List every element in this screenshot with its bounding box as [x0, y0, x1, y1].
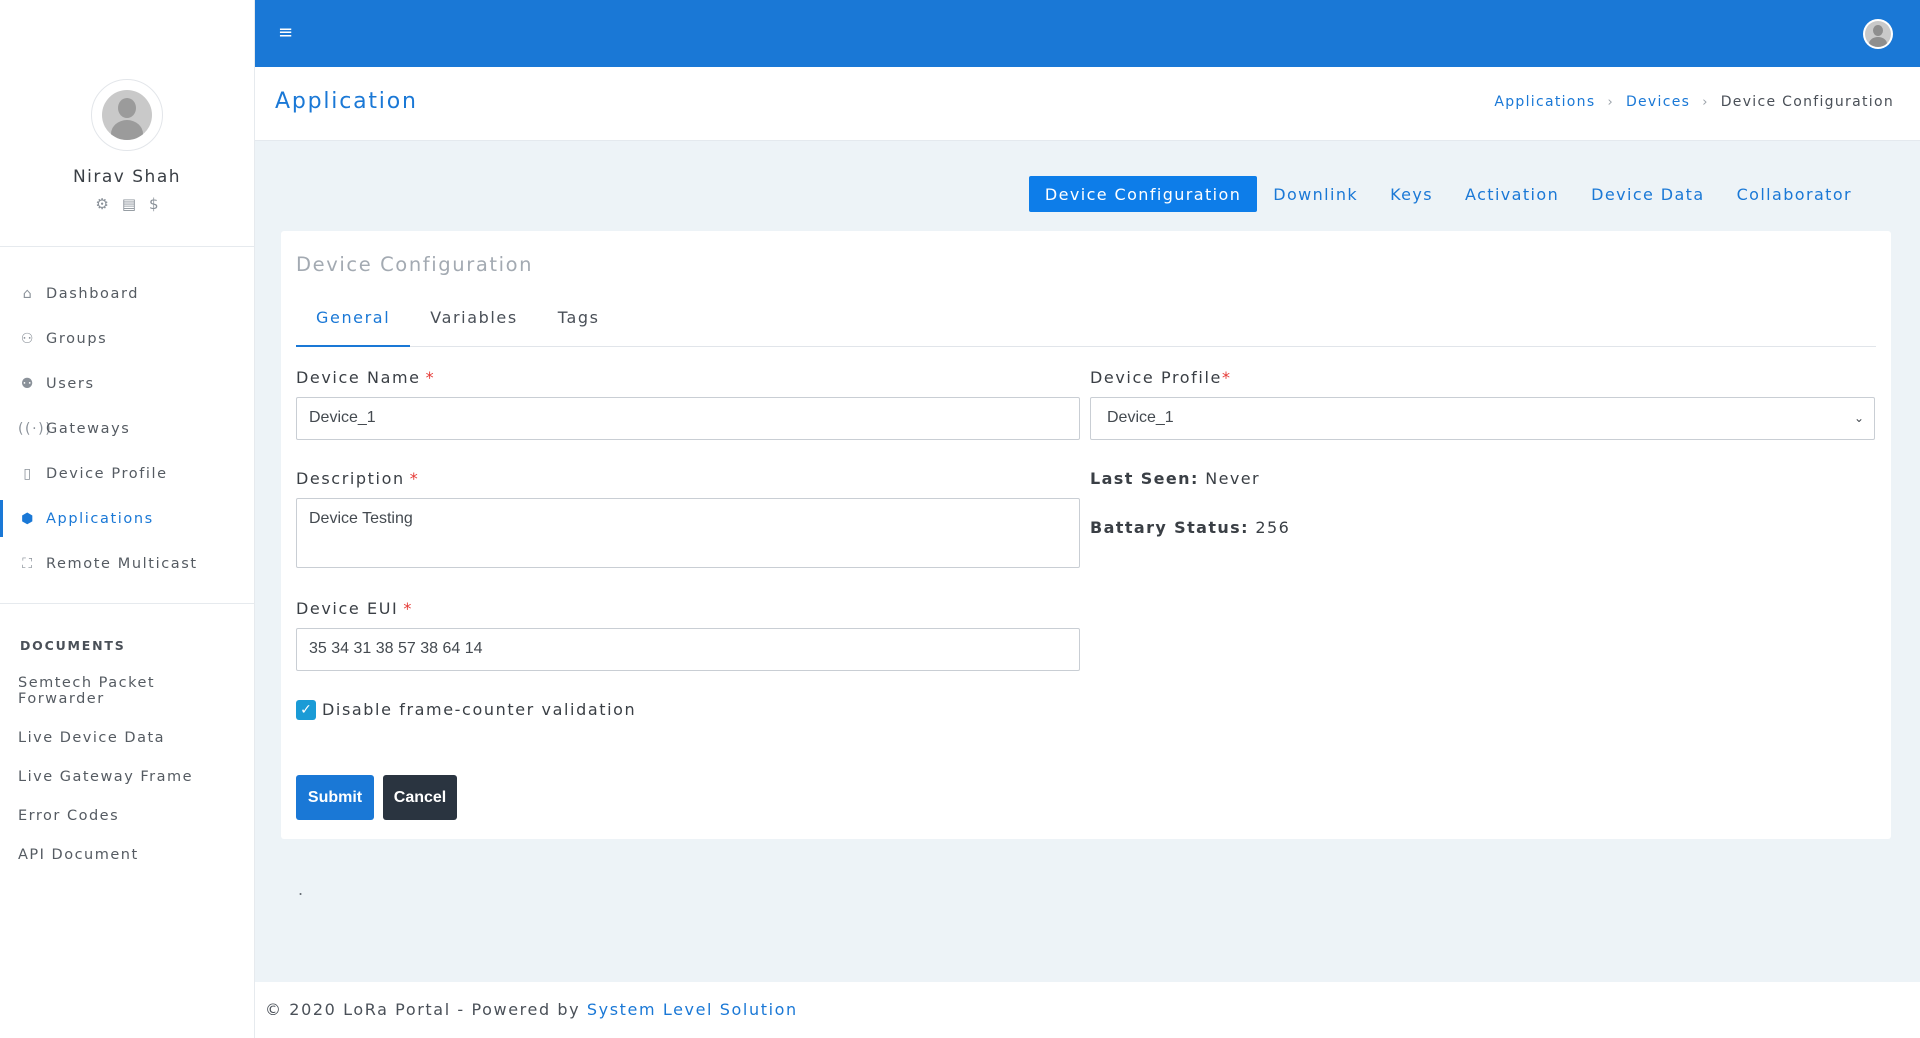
device-name-value: Device_1	[309, 409, 376, 426]
device-eui-label-text: Device EUI	[296, 599, 399, 618]
device-icon: ▯	[23, 465, 33, 482]
device-profile-value: Device_1	[1107, 409, 1174, 426]
sidebar-item-remote-multicast[interactable]: ⛶ Remote Multicast	[0, 541, 254, 586]
breadcrumb-applications[interactable]: Applications	[1494, 94, 1595, 110]
users-icon: ⚉	[20, 375, 36, 392]
battery-status: Battary Status: 256	[1090, 518, 1290, 537]
required-mark: *	[409, 469, 420, 488]
config-sub-tabs: General Variables Tags	[296, 305, 1876, 347]
doc-link-api-document[interactable]: API Document	[0, 847, 254, 863]
tab-device-data[interactable]: Device Data	[1575, 176, 1720, 212]
battery-status-value: 256	[1255, 518, 1291, 537]
doc-link-live-device-data[interactable]: Live Device Data	[0, 730, 254, 746]
user-name: Nirav Shah	[72, 167, 182, 187]
sidebar-item-users[interactable]: ⚉ Users	[0, 361, 254, 406]
sidebar: Nirav Shah ⚙ ▤ $ ⌂ Dashboard ⚇ Groups ⚉ …	[0, 0, 255, 1038]
device-profile-label-text: Device Profile	[1090, 368, 1222, 387]
breadcrumb-current: Device Configuration	[1720, 94, 1894, 110]
doc-link-live-gateway-frame[interactable]: Live Gateway Frame	[0, 769, 254, 785]
sidebar-item-gateways[interactable]: ((·)) Gateways	[0, 406, 254, 451]
tab-tags[interactable]: Tags	[538, 305, 620, 347]
description-label-text: Description	[296, 469, 405, 488]
sidebar-item-label: Applications	[46, 510, 154, 527]
user-icon-row: ⚙ ▤ $	[95, 195, 158, 213]
device-eui-field[interactable]: 35 34 31 38 57 38 64 14	[296, 628, 1080, 671]
footer-link[interactable]: System Level Solution	[587, 1000, 798, 1019]
tab-device-configuration[interactable]: Device Configuration	[1028, 176, 1258, 212]
documents-heading: DOCUMENTS	[20, 638, 126, 653]
required-mark: *	[1221, 368, 1232, 387]
chevron-right-icon: ›	[1607, 94, 1614, 110]
footer: © 2020 LoRa Portal - Powered by System L…	[255, 982, 1920, 1038]
sidebar-item-applications[interactable]: ⬢ Applications	[0, 496, 254, 541]
last-seen-value: Never	[1205, 469, 1260, 488]
antenna-icon: ((·))	[18, 420, 53, 437]
tab-keys[interactable]: Keys	[1374, 176, 1449, 212]
disable-frame-counter-checkbox[interactable]: ✓	[296, 700, 316, 720]
last-seen: Last Seen: Never	[1090, 469, 1260, 488]
description-field[interactable]: Device Testing	[296, 498, 1080, 568]
sidebar-item-label: Remote Multicast	[46, 555, 198, 572]
tab-downlink[interactable]: Downlink	[1257, 176, 1374, 212]
sidebar-item-label: Gateways	[46, 420, 131, 437]
top-bar: ≡	[255, 0, 1920, 67]
gear-icon[interactable]: ⚙	[95, 195, 108, 213]
breadcrumb-devices[interactable]: Devices	[1626, 94, 1690, 110]
cube-icon: ⬢	[21, 510, 35, 527]
device-name-label: Device Name *	[296, 368, 435, 387]
required-mark: *	[403, 599, 413, 618]
documents-list: Semtech Packet Forwarder Live Device Dat…	[0, 675, 254, 863]
doc-link-semtech-packet-forwarder[interactable]: Semtech Packet Forwarder	[0, 675, 170, 707]
home-icon: ⌂	[22, 285, 34, 302]
sidebar-nav: ⌂ Dashboard ⚇ Groups ⚉ Users ((·)) Gatew…	[0, 247, 254, 586]
device-profile-label: Device Profile*	[1090, 368, 1232, 387]
last-seen-label: Last Seen:	[1090, 469, 1199, 488]
device-name-field[interactable]: Device_1	[296, 397, 1080, 440]
battery-status-label: Battary Status:	[1090, 518, 1249, 537]
page-title: Application	[275, 89, 418, 114]
groups-icon: ⚇	[20, 330, 36, 347]
cancel-button[interactable]: Cancel	[383, 775, 457, 820]
device-configuration-card: Device Configuration General Variables T…	[281, 231, 1891, 839]
tab-collaborator[interactable]: Collaborator	[1721, 176, 1868, 212]
checkmark-icon: ✓	[300, 702, 312, 718]
user-profile: Nirav Shah ⚙ ▤ $	[0, 0, 254, 247]
sidebar-item-groups[interactable]: ⚇ Groups	[0, 316, 254, 361]
disable-frame-counter-label[interactable]: Disable frame-counter validation	[322, 700, 636, 719]
tab-general[interactable]: General	[296, 305, 411, 347]
avatar[interactable]	[91, 79, 163, 151]
sidebar-item-device-profile[interactable]: ▯ Device Profile	[0, 451, 254, 496]
device-tabs: Device Configuration Downlink Keys Activ…	[1028, 176, 1868, 212]
stray-dot: .	[298, 880, 304, 899]
submit-button[interactable]: Submit	[296, 775, 374, 820]
tab-variables[interactable]: Variables	[410, 305, 538, 347]
user-avatar-icon[interactable]	[1863, 19, 1893, 49]
page-header: Application Applications › Devices › Dev…	[255, 67, 1920, 141]
hamburger-icon[interactable]: ≡	[278, 24, 293, 42]
device-profile-select[interactable]: Device_1 ⌄	[1090, 397, 1875, 440]
doc-link-error-codes[interactable]: Error Codes	[0, 808, 254, 824]
card-title: Device Configuration	[296, 253, 534, 276]
breadcrumb: Applications › Devices › Device Configur…	[1494, 94, 1894, 110]
tab-activation[interactable]: Activation	[1449, 176, 1575, 212]
chevron-right-icon: ›	[1702, 94, 1709, 110]
sidebar-item-label: Dashboard	[46, 285, 140, 302]
required-mark: *	[425, 368, 436, 387]
footer-text: © 2020 LoRa Portal - Powered by System L…	[265, 1000, 798, 1019]
document-icon[interactable]: ▤	[122, 195, 136, 213]
sidebar-item-dashboard[interactable]: ⌂ Dashboard	[0, 271, 254, 316]
description-value: Device Testing	[309, 510, 413, 527]
sidebar-item-label: Users	[46, 375, 95, 392]
dollar-icon[interactable]: $	[149, 195, 159, 213]
sidebar-item-label: Device Profile	[46, 465, 168, 482]
multicast-icon: ⛶	[22, 555, 34, 572]
device-name-label-text: Device Name	[296, 368, 421, 387]
copyright-text: © 2020 LoRa Portal - Powered by	[265, 1000, 581, 1019]
device-eui-value: 35 34 31 38 57 38 64 14	[309, 640, 483, 657]
chevron-down-icon: ⌄	[1853, 411, 1864, 425]
sidebar-item-label: Groups	[46, 330, 108, 347]
device-eui-label: Device EUI *	[296, 599, 413, 618]
description-label: Description *	[296, 469, 419, 488]
